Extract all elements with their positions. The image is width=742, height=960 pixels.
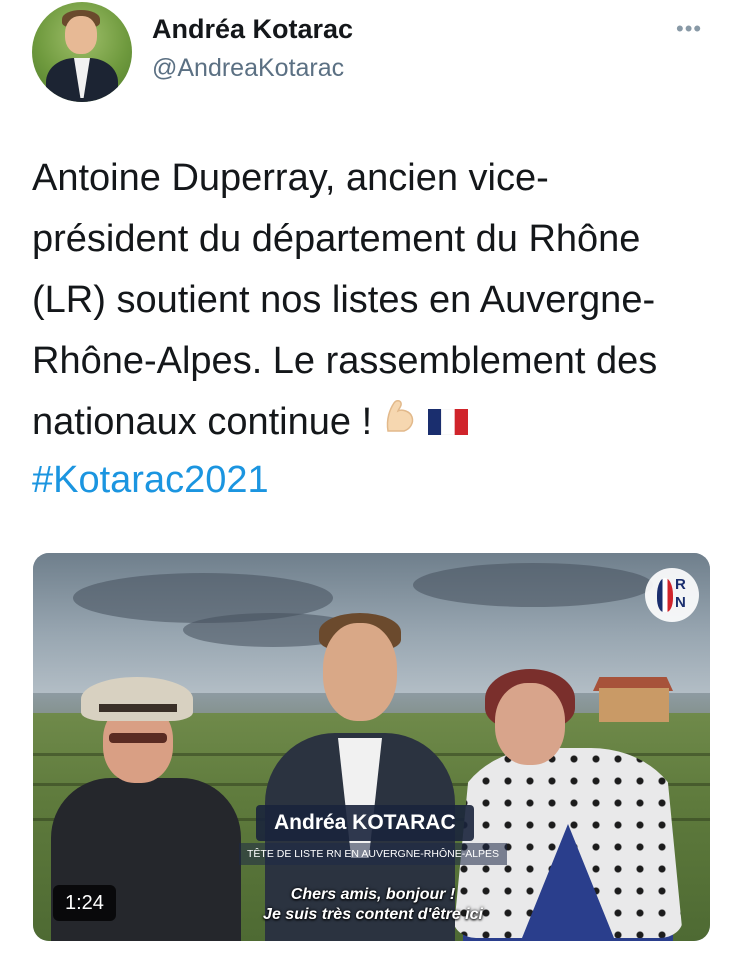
tweet-text-line: président du département du Rhône: [32, 218, 641, 260]
lower-third-name: Andréa KOTARAC: [256, 805, 474, 841]
rn-logo-text: R N: [675, 576, 686, 612]
video-subtitle: Chers amis, bonjour ! Je suis très conte…: [213, 885, 533, 925]
author-handle[interactable]: @AndreaKotarac: [152, 54, 344, 83]
tweet-text: Antoine Duperray, ancien vice- président…: [32, 148, 722, 454]
person-left-hat-band: [99, 704, 177, 712]
flexed-biceps-icon: [380, 393, 420, 454]
rn-logo-letter-n: N: [675, 594, 686, 611]
tweet-text-line: Antoine Duperray, ancien vice-: [32, 157, 549, 199]
lower-third-title: TÊTE DE LISTE RN EN AUVERGNE-RHÔNE-ALPES: [239, 843, 508, 865]
author-name[interactable]: Andréa Kotarac: [152, 14, 353, 45]
rn-logo: R N: [645, 568, 699, 622]
tweet-header: Andréa Kotarac @AndreaKotarac •••: [0, 0, 742, 110]
flame-icon: [657, 578, 673, 612]
person-right-head: [495, 683, 565, 765]
hashtag-link[interactable]: #Kotarac2021: [32, 450, 269, 511]
video-player[interactable]: R N Andréa KOTARAC TÊTE DE LISTE RN EN A…: [33, 553, 710, 941]
person-left-hat: [81, 677, 193, 721]
tweet-text-line: (LR) soutient nos listes en Auvergne-: [32, 279, 656, 321]
tweet-text-line: Rhône-Alpes. Le rassemblement des: [32, 340, 658, 382]
rn-logo-letter-r: R: [675, 576, 686, 593]
avatar[interactable]: [32, 2, 132, 102]
tweet-text-line-end: nationaux continue !: [32, 401, 373, 443]
cloud: [413, 563, 653, 607]
avatar-face: [65, 16, 97, 54]
tweet-text-line: nationaux continue !: [32, 392, 722, 454]
ellipsis-icon[interactable]: •••: [676, 16, 702, 42]
subtitle-line: Chers amis, bonjour !: [290, 886, 456, 903]
french-flag-icon: [428, 393, 469, 454]
person-left-glasses: [109, 733, 167, 743]
person-center-head: [323, 623, 397, 721]
video-duration-badge: 1:24: [53, 885, 116, 921]
subtitle-line: Je suis très content d'être ici: [263, 906, 483, 923]
house: [599, 688, 669, 722]
